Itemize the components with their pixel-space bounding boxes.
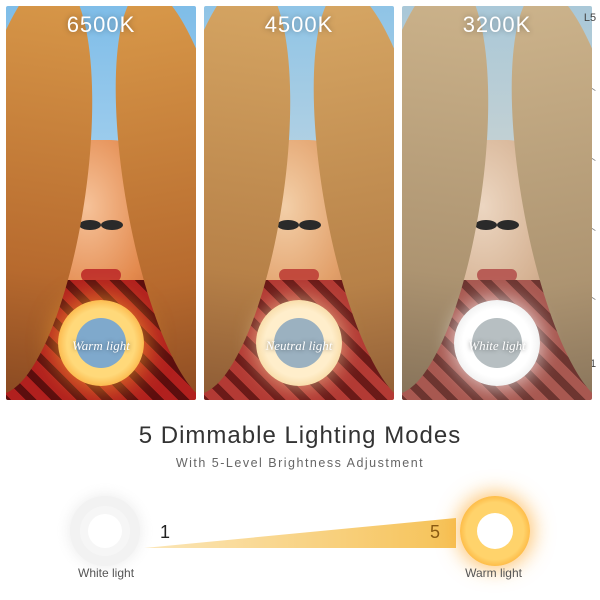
ring-warm-icon [460,496,530,566]
scale-right-label: Warm light [465,566,522,580]
section-title: 5 Dimmable Lighting Modes [24,422,576,450]
scale-max: 5 [430,522,440,543]
chevron-up-icon: ︿ [584,219,596,233]
ring-white-icon [70,496,140,566]
gradient-wedge [144,518,456,548]
section-subtitle: With 5-Level Brightness Adjustment [24,456,576,470]
panel-warm: 6500K Warm light [6,6,196,400]
temp-label: 3200K [463,12,532,38]
temp-label: 4500K [265,12,334,38]
scale-min: 1 [160,522,170,543]
chevron-up-icon: ︿ [584,149,596,163]
ring-label: White light [468,338,525,354]
chevron-up-icon: ︿ [584,79,596,93]
ring-label: Neutral light [266,338,333,354]
panel-white: 3200K White light [402,6,592,400]
info-section: 5 Dimmable Lighting Modes With 5-Level B… [0,400,600,576]
scale-left-label: White light [78,566,134,580]
comparison-gallery: 6500K Warm light 4500K Neutral light 320… [0,0,600,400]
brightness-scale: 1 5 White light Warm light [64,496,536,576]
ring-label: Warm light [72,338,130,354]
panel-neutral: 4500K Neutral light [204,6,394,400]
temp-label: 6500K [67,12,136,38]
level-top: L5 [584,12,596,24]
